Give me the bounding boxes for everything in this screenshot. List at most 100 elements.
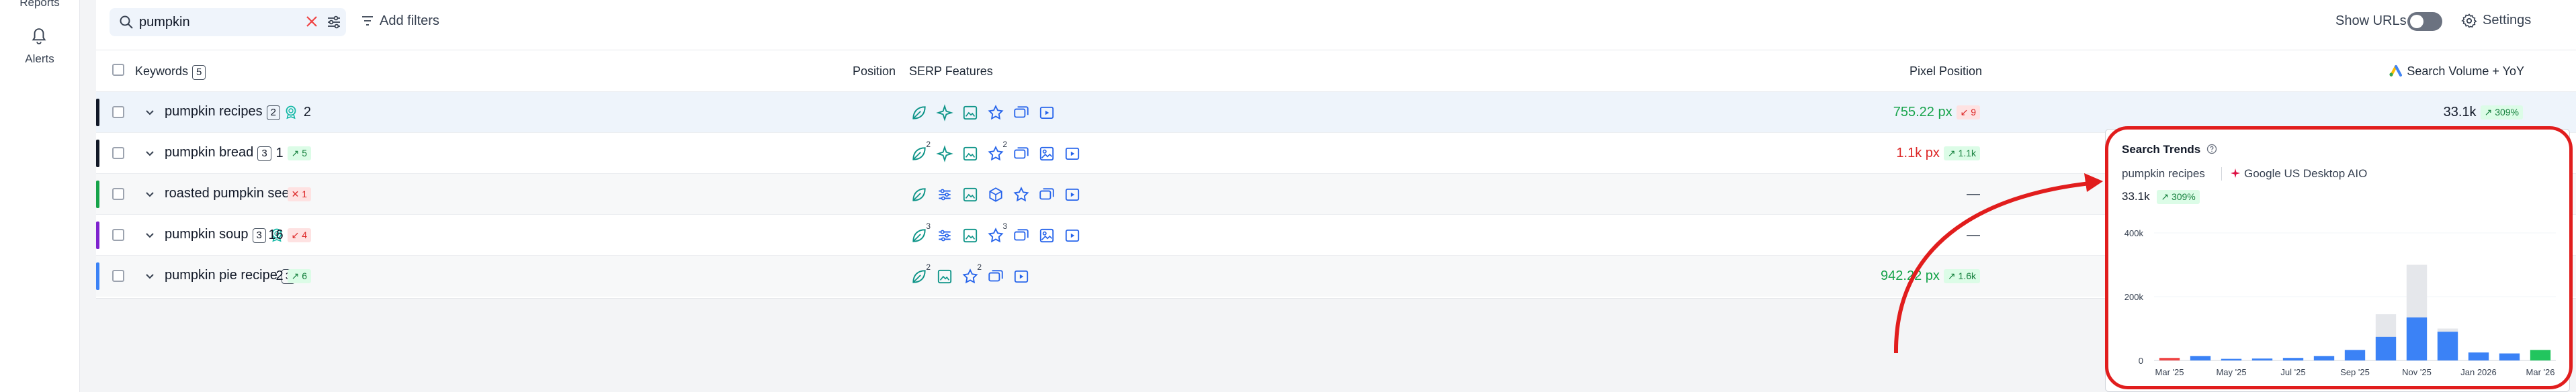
serp-features-cell: 22: [910, 140, 1089, 162]
serp-feature[interactable]: [1064, 186, 1081, 203]
row-color-marker: [96, 222, 99, 249]
serp-feature[interactable]: [961, 104, 979, 121]
image-icon: [963, 146, 978, 161]
serp-feature[interactable]: 2: [910, 140, 931, 162]
serp-feature[interactable]: [910, 104, 928, 121]
sidebar-item-reports[interactable]: Reports: [0, 0, 79, 9]
serp-feature[interactable]: [1038, 104, 1056, 121]
serp-feature[interactable]: [961, 227, 979, 244]
keywords-column-header[interactable]: Keywords 5: [135, 64, 206, 80]
bar[interactable]: [2375, 336, 2397, 360]
serp-feature[interactable]: [987, 186, 1004, 203]
serp-feature[interactable]: 3: [987, 222, 1007, 244]
serp-feature[interactable]: [1038, 186, 1056, 203]
bar[interactable]: [2251, 358, 2273, 360]
serp-feature[interactable]: [1038, 145, 1056, 162]
bar[interactable]: [2313, 356, 2335, 360]
close-icon[interactable]: [304, 14, 319, 29]
search-volume-cell: 33.1k ↗ 309%: [2444, 105, 2523, 120]
photo-icon: [1039, 228, 1054, 243]
bell-icon[interactable]: [30, 27, 48, 47]
serp-feature[interactable]: [1064, 145, 1081, 162]
bar[interactable]: [2530, 350, 2551, 360]
table-row[interactable]: pumpkin recipes 2 2 755.22 px ↙ 9 33.1k ↗ 309%: [96, 91, 2576, 133]
search-icon: [120, 15, 133, 29]
serp-feature[interactable]: [1038, 227, 1056, 244]
cards-icon: [1039, 188, 1054, 200]
serp-feature[interactable]: [1013, 145, 1030, 162]
bar[interactable]: [2282, 358, 2304, 360]
chevron-down-icon[interactable]: [144, 107, 155, 117]
position-change-badge: ↗ 5: [287, 146, 311, 161]
row-checkbox[interactable]: [112, 270, 124, 282]
serp-feature[interactable]: 2: [961, 262, 982, 285]
video-icon: [1039, 106, 1054, 119]
bar[interactable]: [2221, 358, 2242, 360]
serp-feature[interactable]: [961, 186, 979, 203]
pixel-position-column-header[interactable]: Pixel Position: [1909, 64, 1982, 79]
bar[interactable]: [2437, 332, 2458, 360]
row-checkbox[interactable]: [112, 229, 124, 241]
position-cell: 2 ↗ 6: [230, 268, 311, 284]
pixel-position-cell: 755.22 px ↙ 9: [1893, 105, 1980, 120]
x-tick-label: Sep '25: [2340, 367, 2370, 377]
bar[interactable]: [2190, 356, 2211, 360]
sidebar-item-alerts[interactable]: Alerts: [0, 52, 79, 66]
show-urls-toggle[interactable]: [2407, 12, 2442, 31]
tune-icon[interactable]: [326, 14, 342, 30]
trends-yoy-badge: ↗ 309%: [2157, 190, 2200, 205]
serp-feature[interactable]: [936, 268, 953, 285]
yoy-value: 309%: [2495, 107, 2519, 118]
bar[interactable]: [2499, 353, 2520, 360]
row-checkbox[interactable]: [112, 147, 124, 159]
position-column-header[interactable]: Position: [853, 64, 896, 79]
serp-feature[interactable]: 2: [910, 262, 931, 285]
trends-volume: 33.1k ↗ 309%: [2122, 190, 2200, 205]
bar[interactable]: [2468, 352, 2489, 360]
serp-feature[interactable]: [936, 145, 953, 162]
photo-icon: [1039, 146, 1054, 161]
chevron-down-icon[interactable]: [144, 148, 155, 158]
serp-feature[interactable]: 3: [910, 222, 931, 244]
serp-feature[interactable]: 2: [987, 140, 1007, 162]
row-checkbox[interactable]: [112, 106, 124, 118]
serp-feature[interactable]: [1013, 186, 1030, 203]
serp-feature[interactable]: [936, 104, 953, 121]
serp-features-cell: [910, 186, 1089, 203]
serp-feature[interactable]: [1013, 227, 1030, 244]
x-tick-label: Jan 2026: [2460, 367, 2497, 377]
search-volume-column-header[interactable]: Search Volume + YoY: [2389, 64, 2524, 79]
settings-button[interactable]: Settings: [2461, 13, 2531, 28]
serp-feature[interactable]: [1064, 227, 1081, 244]
help-icon[interactable]: [2206, 144, 2217, 154]
bar[interactable]: [2406, 317, 2428, 360]
image-icon: [963, 105, 978, 120]
trends-engine: Google US Desktop AIO: [2231, 167, 2367, 181]
cube-icon: [989, 187, 1002, 202]
bar[interactable]: [2159, 358, 2180, 360]
search-trends-popover: Search Trends pumpkin recipes Google US …: [2105, 129, 2570, 392]
sparkle-icon: [936, 104, 953, 121]
chevron-down-icon[interactable]: [144, 189, 155, 199]
row-checkbox[interactable]: [112, 188, 124, 200]
serp-feature[interactable]: [936, 186, 953, 203]
serp-feature[interactable]: [987, 104, 1004, 121]
chevron-down-icon[interactable]: [144, 230, 155, 240]
serp-feature[interactable]: [936, 227, 953, 244]
position-change-value: 1: [302, 189, 307, 200]
serp-feature[interactable]: [910, 186, 928, 203]
search-box[interactable]: [110, 8, 346, 36]
search-input[interactable]: [139, 13, 287, 31]
serp-features-column-header[interactable]: SERP Features: [909, 64, 993, 79]
select-all-checkbox[interactable]: [112, 64, 124, 76]
serp-feature[interactable]: [1013, 268, 1030, 285]
add-filters-button[interactable]: Add filters: [361, 13, 439, 29]
search-trends-title-text: Search Trends: [2122, 143, 2201, 156]
serp-feature[interactable]: [961, 145, 979, 162]
bar[interactable]: [2344, 350, 2366, 360]
serp-feature[interactable]: [987, 268, 1004, 285]
serp-feature[interactable]: [1013, 104, 1030, 121]
chevron-down-icon[interactable]: [144, 271, 155, 281]
add-filters-label: Add filters: [380, 13, 439, 28]
x-tick-label: Mar '26: [2526, 367, 2555, 377]
